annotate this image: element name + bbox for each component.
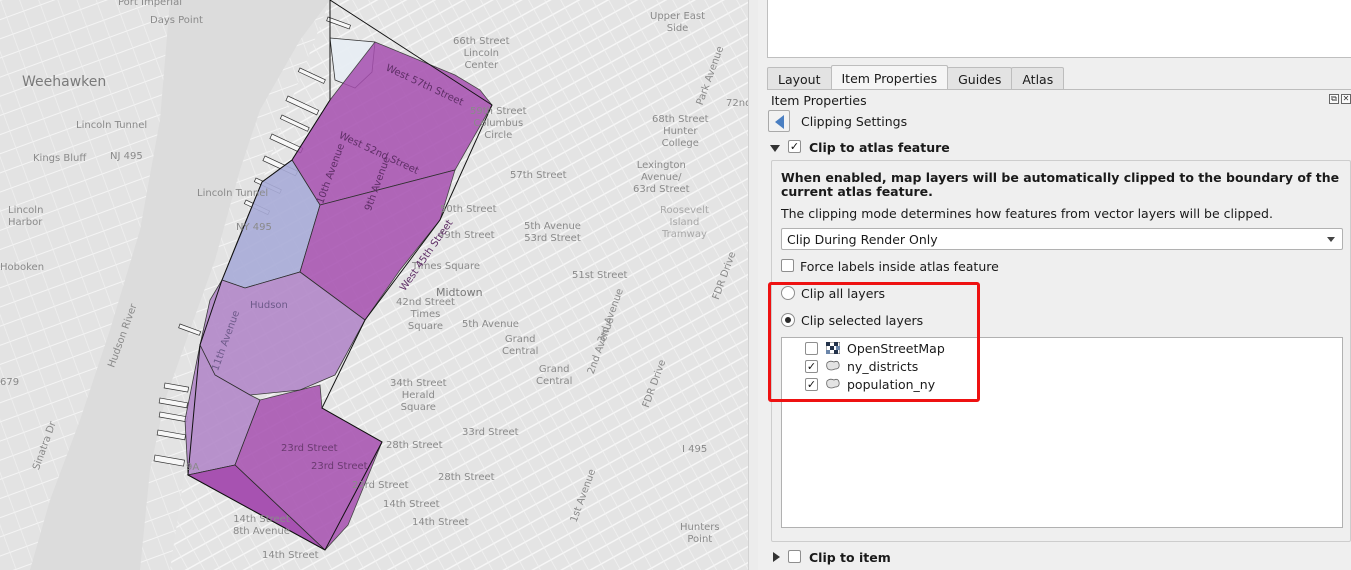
clip-info-text: The clipping mode determines how feature…: [781, 206, 1273, 221]
map-canvas[interactable]: Port Imperial Days Point Weehawken Linco…: [0, 0, 748, 570]
map-label-57th: 57th Street: [510, 170, 567, 181]
map-label-59th-circle: 59th Street Columbus Circle: [470, 106, 527, 141]
map-label-hunters-point: Hunters Point: [680, 522, 720, 545]
map-label-66th: 66th Street Lincoln Center: [453, 36, 510, 71]
panel-tabs: Layout Item Properties Guides Atlas: [767, 65, 1065, 90]
map-label-50th: 50th Street: [440, 204, 497, 215]
map-label-lincoln-harbor: Lincoln Harbor: [8, 205, 44, 228]
map-label-42nd-times: 42nd Street Times Square: [396, 297, 455, 332]
map-label-weehawken: Weehawken: [22, 74, 107, 90]
chevron-down-icon: [1327, 237, 1335, 242]
map-label-28th-b: 28th Street: [438, 472, 495, 483]
map-label-51st: 51st Street: [572, 270, 628, 281]
item-properties-title: Item Properties: [771, 93, 867, 108]
dock-buttons: ⧉ ✕: [1329, 94, 1351, 104]
map-label-34th-herald: 34th Street Herald Square: [390, 378, 447, 413]
map-label-23rd: 23rd Street: [281, 443, 338, 454]
clip-item-checkbox[interactable]: [788, 550, 801, 563]
expand-arrow-icon[interactable]: [773, 552, 780, 562]
clip-atlas-title: Clip to atlas feature: [809, 140, 950, 155]
map-label-grand-central: Grand Central: [502, 334, 539, 357]
clipping-settings-title: Clipping Settings: [801, 114, 908, 129]
map-label-lincoln-tunnel: Lincoln Tunnel: [76, 120, 148, 131]
clip-mode-value: Clip During Render Only: [787, 231, 938, 247]
clip-atlas-checkbox[interactable]: ✓: [788, 140, 801, 153]
map-label-nj495: NJ 495: [110, 151, 143, 162]
map-label-grand-central-2: Grand Central: [536, 364, 573, 387]
map-label-28th: 28th Street: [386, 440, 443, 451]
map-label-679: 679: [0, 377, 20, 388]
map-label-hudson: Hudson: [250, 300, 288, 311]
map-label-14th-b: 14th Street: [383, 499, 440, 510]
map-label-23rd-c: 23rd Street: [352, 480, 409, 491]
close-icon[interactable]: ✕: [1341, 94, 1351, 104]
map-label-port-imperial: Port Imperial: [118, 0, 182, 8]
map-label-ny495: NY 495: [236, 222, 272, 233]
back-button[interactable]: [768, 110, 790, 132]
back-arrow-icon: [775, 115, 784, 129]
tab-guides[interactable]: Guides: [947, 67, 1013, 90]
map-label-upper-east-side: Upper East Side: [650, 11, 706, 34]
map-label-roosevelt: Roosevelt Island Tramway: [660, 205, 709, 240]
collapse-arrow-icon[interactable]: [770, 145, 780, 152]
map-label-14th: 14th Street: [412, 517, 469, 528]
map-label-33rd: 33rd Street: [462, 427, 519, 438]
map-label-i495: I 495: [682, 444, 708, 455]
map-label-lincoln-tunnel-2: Lincoln Tunnel: [197, 188, 269, 199]
highlight-box: [768, 282, 980, 402]
item-properties-panel: Layout Item Properties Guides Atlas Item…: [758, 0, 1351, 570]
top-list-box[interactable]: [767, 0, 1351, 58]
panel-splitter[interactable]: [748, 0, 758, 570]
map-label-23rd-b: 23rd Street: [311, 461, 368, 472]
map-label-5th-53rd: 5th Avenue 53rd Street: [524, 221, 581, 244]
force-labels-label: Force labels inside atlas feature: [800, 259, 999, 274]
map-label-72nd: 72nd: [726, 98, 748, 109]
tab-item-properties[interactable]: Item Properties: [830, 65, 949, 90]
float-icon[interactable]: ⧉: [1329, 94, 1339, 104]
clip-item-title: Clip to item: [809, 550, 891, 565]
map-label-5th-avenue: 5th Avenue: [462, 319, 519, 330]
force-labels-checkbox[interactable]: [781, 259, 794, 272]
map-label-14th-c: 14th Street: [262, 550, 319, 561]
tabs-divider: [767, 89, 1351, 90]
clip-mode-select[interactable]: Clip During Render Only: [781, 228, 1343, 250]
map-label-9a: 9A: [186, 462, 200, 473]
map-label-14th-8th: 14th Street 8th Avenue: [233, 514, 290, 537]
map-label-68th-hunter: 68th Street Hunter College: [652, 114, 709, 149]
map-label-lexington: Lexington Avenue/ 63rd Street: [633, 160, 690, 195]
map-label-hoboken: Hoboken: [0, 262, 45, 273]
tab-atlas[interactable]: Atlas: [1011, 67, 1065, 90]
map-label-days-point: Days Point: [150, 15, 203, 26]
map-label-kings-bluff: Kings Bluff: [33, 153, 87, 164]
tab-layout[interactable]: Layout: [767, 67, 832, 90]
clip-info-bold: When enabled, map layers will be automat…: [781, 170, 1340, 199]
